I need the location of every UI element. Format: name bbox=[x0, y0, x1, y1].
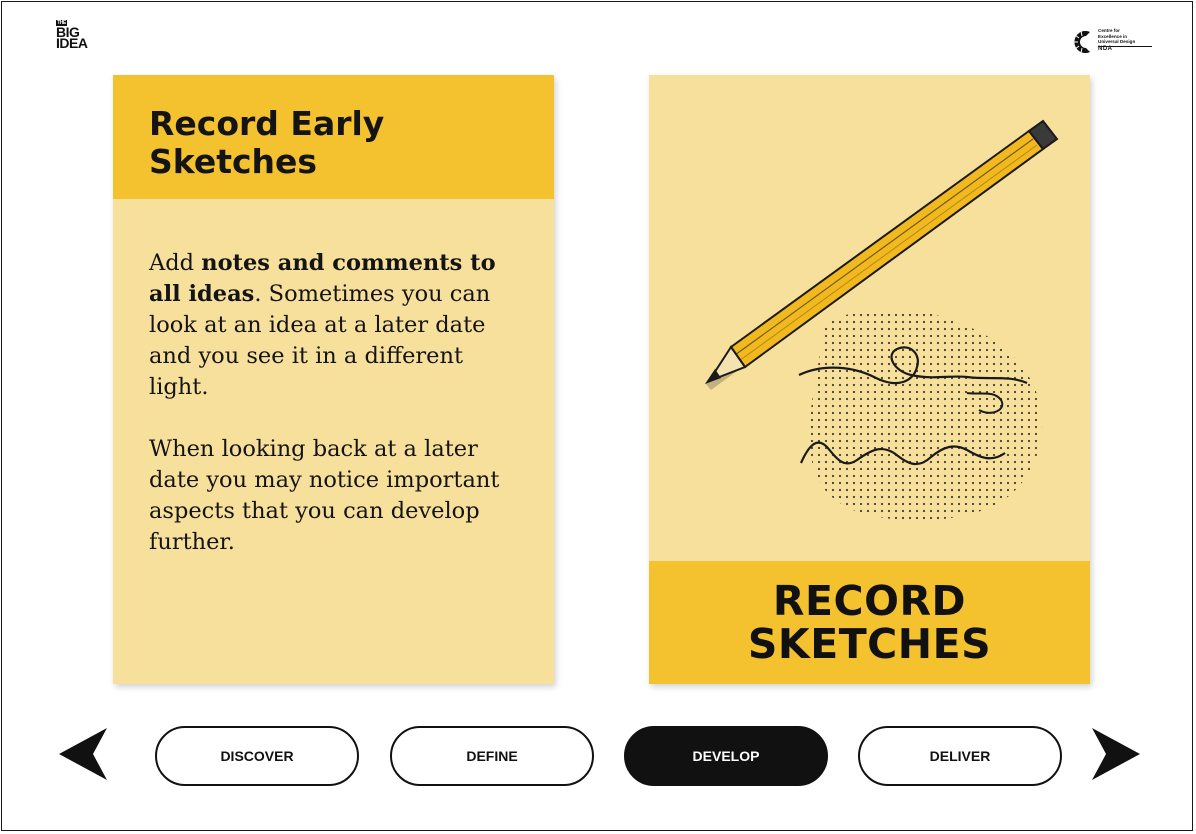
big-idea-logo: THE BIG IDEA bbox=[56, 20, 88, 52]
chevron-right-icon[interactable] bbox=[1092, 728, 1140, 780]
illustration-card: RECORD SKETCHES bbox=[649, 75, 1090, 684]
tab-deliver-label: DELIVER bbox=[929, 748, 991, 764]
ceud-wordmark: Centre for Excellence in Universal Desig… bbox=[1098, 28, 1152, 52]
ceud-line-2: Excellence in bbox=[1098, 33, 1128, 39]
ceud-line-3: Universal Design bbox=[1098, 39, 1136, 45]
chevron-left-icon[interactable] bbox=[59, 728, 107, 780]
tab-define-label: DEFINE bbox=[466, 748, 518, 764]
illustration-card-footer: RECORD SKETCHES bbox=[649, 561, 1090, 684]
para1-lead: Add bbox=[149, 250, 202, 276]
card-paragraph-2: When looking back at a later date you ma… bbox=[149, 436, 500, 555]
nda-label: NDA bbox=[1098, 45, 1152, 53]
ceud-mark-icon bbox=[1073, 30, 1090, 54]
tab-deliver[interactable]: DELIVER bbox=[858, 726, 1062, 786]
footer-title-line-1: RECORD bbox=[772, 576, 967, 625]
ceud-logo: Centre for Excellence in Universal Desig… bbox=[1070, 28, 1152, 56]
info-card: Record Early Sketches Add notes and comm… bbox=[113, 75, 554, 684]
tab-develop-label: DEVELOP bbox=[692, 748, 760, 764]
info-card-body: Add notes and comments to all ideas. Som… bbox=[113, 199, 554, 558]
card-paragraph-1: Add notes and comments to all ideas. Som… bbox=[149, 248, 509, 403]
footer-title-line-2: SKETCHES bbox=[747, 619, 992, 668]
card-title: Record Early Sketches bbox=[149, 104, 385, 181]
logo-idea: IDEA bbox=[56, 35, 88, 52]
pencil-sketch-icon bbox=[705, 119, 1059, 521]
info-card-header: Record Early Sketches bbox=[113, 75, 554, 199]
tab-discover-label: DISCOVER bbox=[220, 748, 294, 764]
tab-define[interactable]: DEFINE bbox=[390, 726, 594, 786]
ceud-line-1: Centre for bbox=[1098, 28, 1120, 33]
tab-develop[interactable]: DEVELOP bbox=[624, 726, 828, 786]
tab-discover[interactable]: DISCOVER bbox=[155, 726, 359, 786]
